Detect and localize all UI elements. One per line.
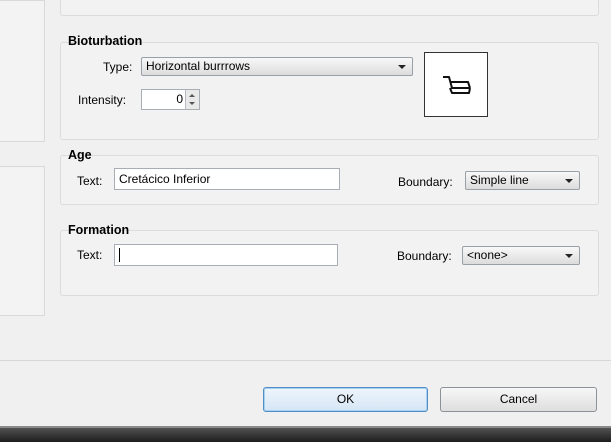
age-text-label: Text: (77, 174, 103, 188)
left-panel-top (0, 0, 45, 142)
dialog-separator (0, 360, 611, 361)
ok-button[interactable]: OK (263, 387, 428, 412)
age-text-input[interactable]: Cretácico Inferior (114, 168, 340, 190)
formation-boundary-label: Boundary: (397, 249, 452, 263)
type-select[interactable]: Horizontal burrrows (141, 57, 413, 76)
spin-up-icon[interactable] (189, 94, 195, 97)
cancel-button[interactable]: Cancel (440, 387, 597, 412)
intensity-label: Intensity: (78, 93, 127, 107)
formation-text-input[interactable] (114, 244, 338, 266)
age-boundary-label: Boundary: (398, 175, 453, 189)
age-boundary-select[interactable]: Simple line (465, 171, 580, 190)
formation-boundary-select[interactable]: <none> (462, 246, 580, 265)
chevron-down-icon (398, 65, 406, 69)
chevron-down-icon (565, 179, 573, 183)
formation-boundary-value: <none> (467, 248, 508, 262)
formation-text-label: Text: (77, 248, 103, 262)
text-caret (119, 248, 120, 262)
taskbar-highlight (0, 426, 611, 428)
top-group (60, 0, 599, 16)
spin-down-icon[interactable] (189, 102, 195, 105)
spinner-buttons[interactable] (185, 90, 199, 109)
bioturbation-title: Bioturbation (68, 34, 143, 48)
type-label: Type: (103, 60, 133, 74)
chevron-down-icon (565, 254, 573, 258)
left-panel-bottom (0, 166, 45, 316)
bioturbation-symbol-preview (424, 52, 488, 117)
type-select-value: Horizontal burrrows (146, 59, 251, 73)
horizontal-burrow-symbol-icon (443, 76, 471, 94)
age-title: Age (68, 148, 92, 162)
intensity-value: 0 (176, 92, 183, 106)
formation-title: Formation (68, 223, 130, 237)
age-boundary-value: Simple line (470, 173, 529, 187)
intensity-spinner[interactable]: 0 (141, 89, 200, 110)
taskbar-edge (0, 426, 611, 442)
